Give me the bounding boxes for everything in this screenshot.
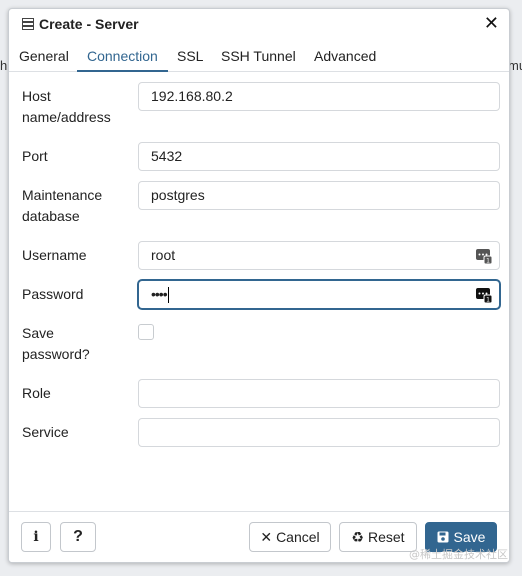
svg-text:1: 1 [486, 297, 490, 304]
reset-button[interactable]: ♻ Reset [339, 522, 417, 552]
watermark-text: @稀土掘金技术社区 [409, 548, 508, 561]
server-icon [22, 18, 34, 30]
save-label: Save [453, 529, 486, 545]
help-icon: ? [73, 528, 83, 545]
cancel-label: Cancel [276, 529, 320, 545]
role-input[interactable] [138, 379, 500, 408]
reset-label: Reset [367, 529, 405, 545]
password-manager-icon[interactable]: 1 [476, 248, 492, 264]
close-icon[interactable]: ✕ [484, 13, 499, 33]
recycle-icon: ♻ [351, 528, 364, 545]
username-input[interactable]: root 1 [138, 241, 500, 270]
cancel-button[interactable]: ✕ Cancel [249, 522, 331, 552]
save-icon [437, 531, 449, 543]
tab-ssl[interactable]: SSL [177, 41, 203, 70]
role-label: Role [22, 385, 51, 401]
port-label: Port [22, 148, 48, 164]
maintenance-db-input[interactable]: postgres [138, 181, 500, 210]
create-server-dialog: Create - Server ✕ General Connection SSL… [8, 8, 510, 563]
dialog-title: Create - Server [39, 16, 139, 32]
close-icon: ✕ [260, 528, 273, 545]
dialog-titlebar[interactable]: Create - Server ✕ [9, 9, 509, 39]
tab-ssh-tunnel[interactable]: SSH Tunnel [221, 41, 296, 70]
password-manager-icon[interactable]: 1 [476, 287, 492, 303]
password-input[interactable]: •••• 1 [138, 280, 500, 309]
username-value: root [151, 247, 176, 263]
info-icon: i [33, 529, 39, 545]
svg-text:1: 1 [486, 258, 490, 265]
password-value: •••• [151, 286, 168, 302]
username-label: Username [22, 247, 87, 263]
host-input[interactable]: 192.168.80.2 [138, 82, 500, 111]
help-button[interactable]: ? [60, 522, 96, 552]
text-cursor [167, 287, 169, 304]
port-input[interactable]: 5432 [138, 142, 500, 171]
background-text-left: h [0, 58, 8, 73]
host-label: Host name/address [22, 88, 111, 125]
password-label: Password [22, 286, 84, 302]
maintenance-db-label: Maintenance database [22, 187, 103, 224]
tab-connection[interactable]: Connection [77, 41, 168, 72]
service-input[interactable] [138, 418, 500, 447]
tab-advanced[interactable]: Advanced [314, 41, 376, 70]
info-button[interactable]: i [21, 522, 51, 552]
tab-bar: General Connection SSL SSH Tunnel Advanc… [9, 41, 509, 72]
tab-general[interactable]: General [19, 41, 69, 70]
save-password-label: Save password? [22, 325, 90, 362]
save-password-checkbox[interactable] [138, 324, 154, 340]
background-text-right: mu [508, 58, 522, 73]
service-label: Service [22, 424, 69, 440]
